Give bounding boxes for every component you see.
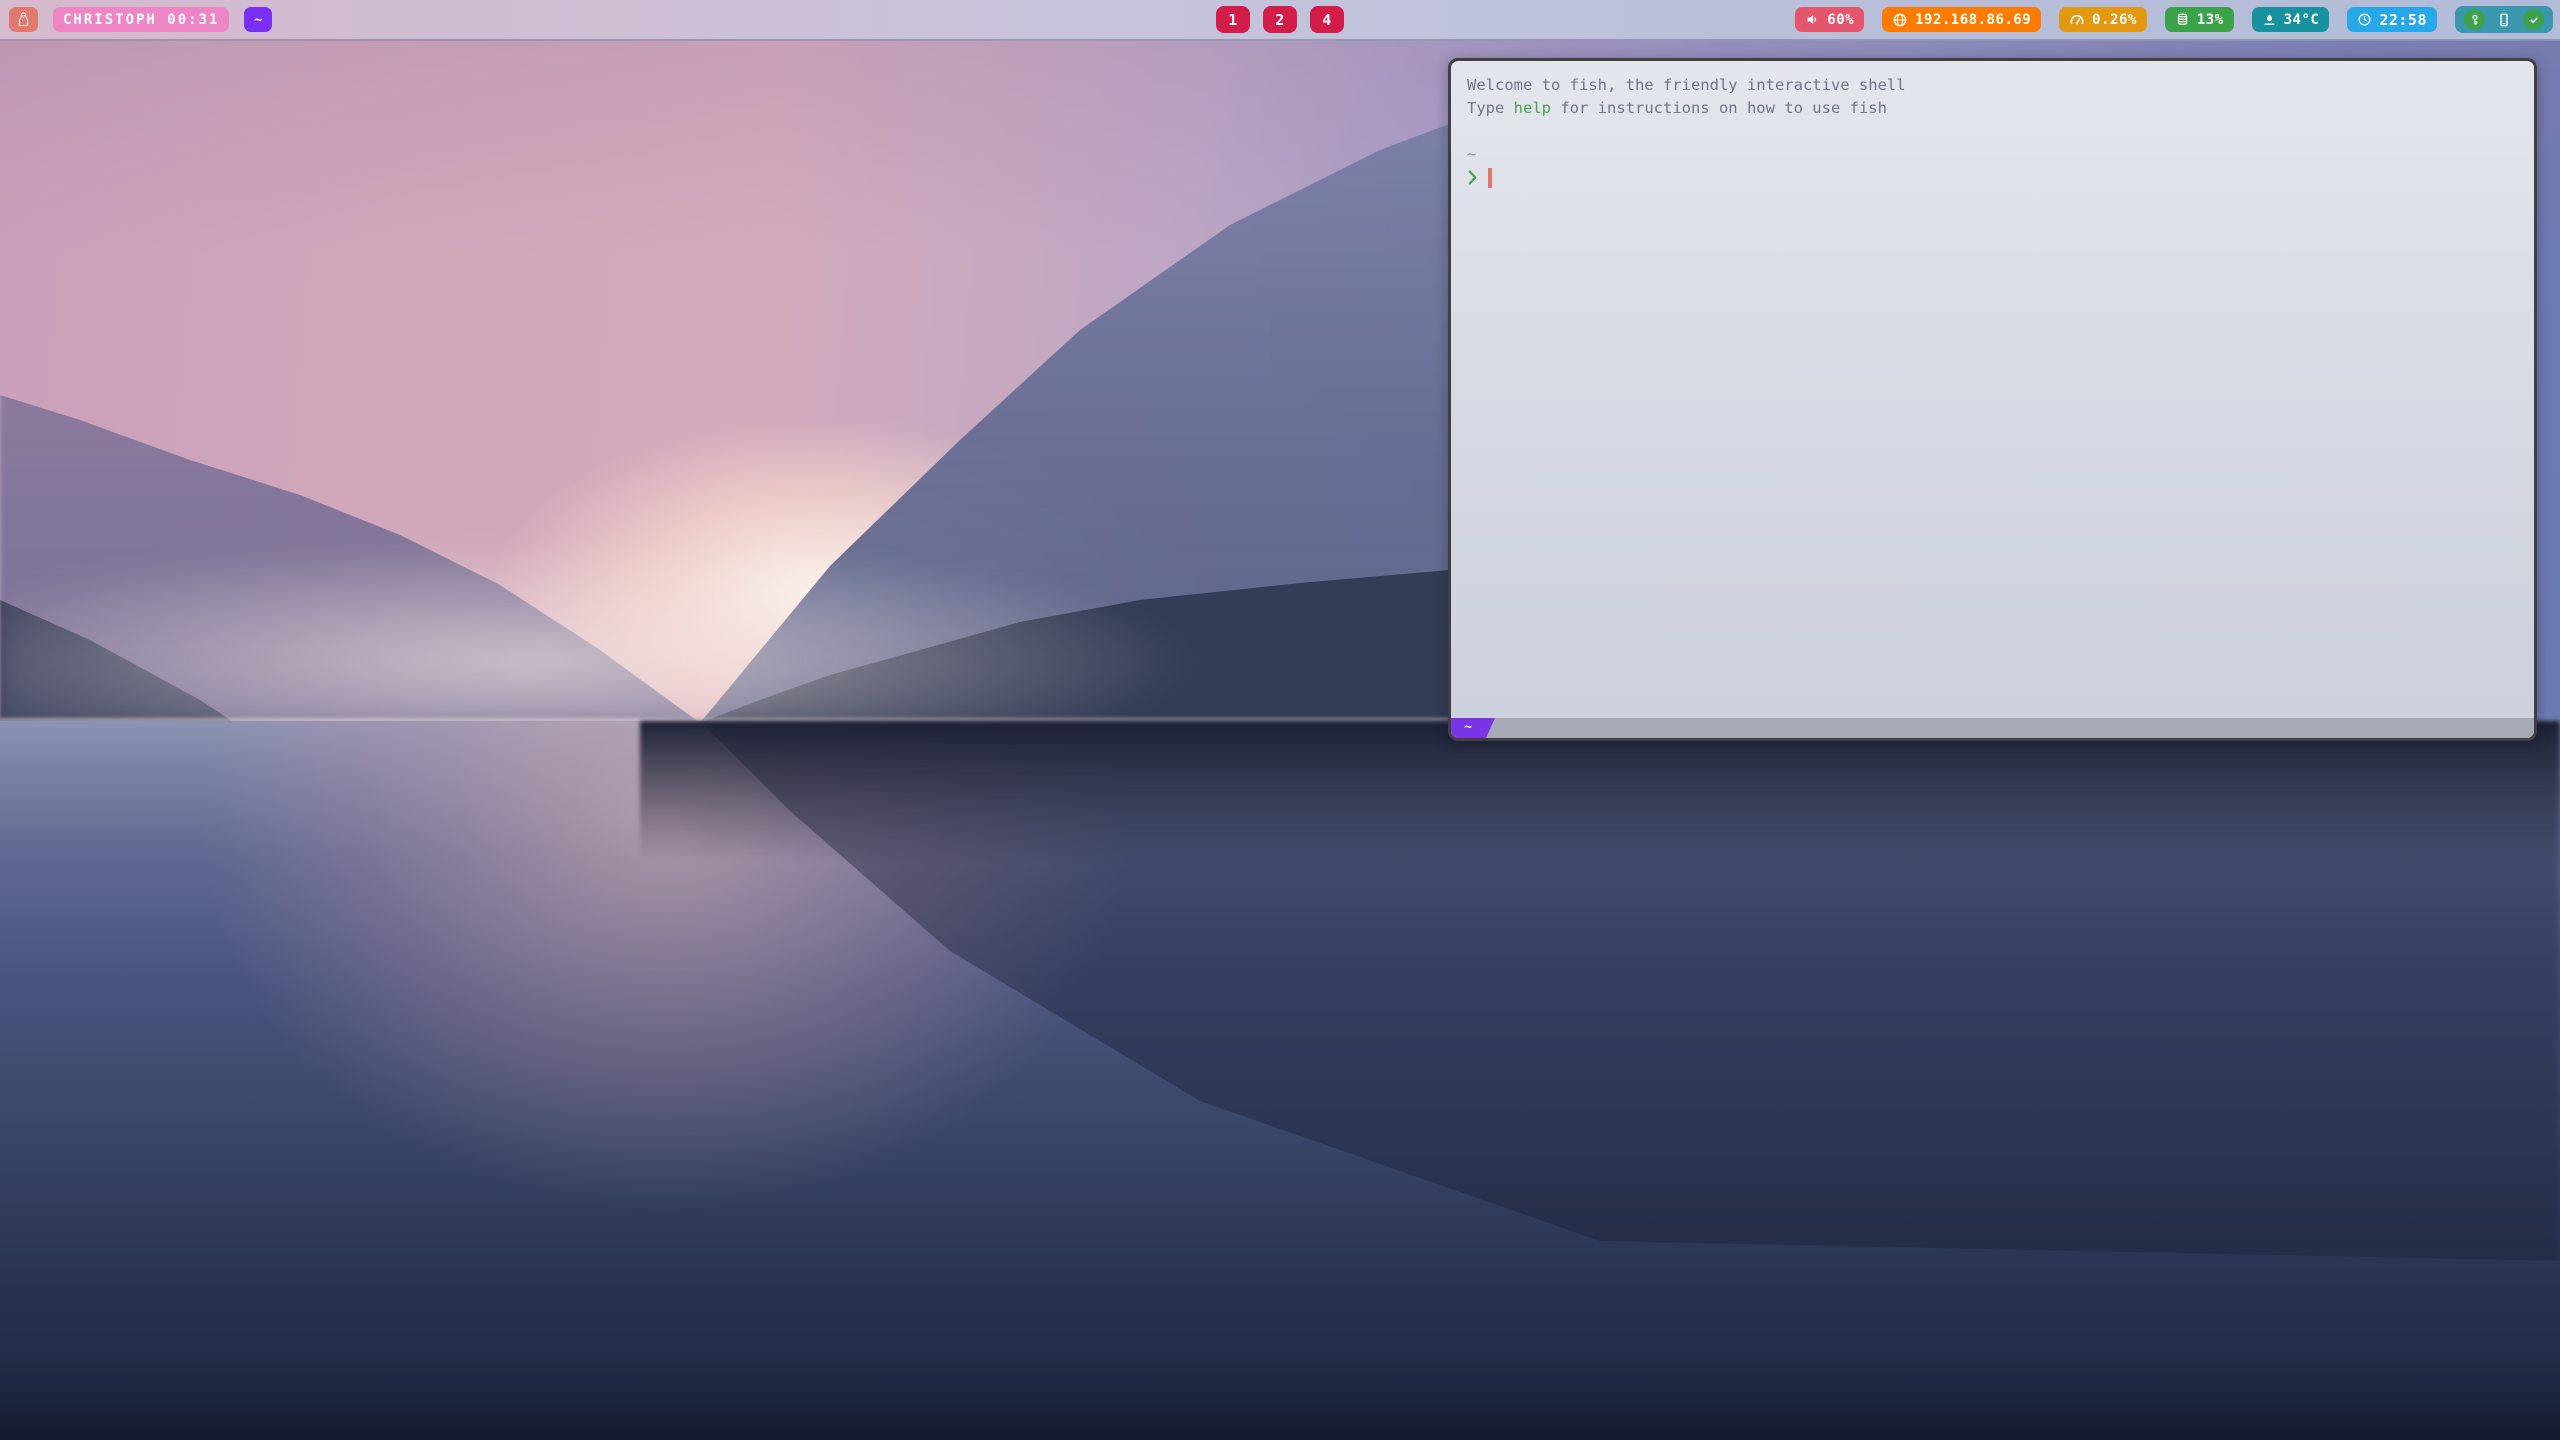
temperature-module[interactable]: 34°C <box>2252 7 2330 32</box>
terminal-status-bar: ~ <box>1451 718 2534 738</box>
wallpaper-tree-reflection <box>640 721 2560 861</box>
tux-icon <box>15 11 32 28</box>
thermometer-icon <box>2262 12 2277 27</box>
terminal-output[interactable]: Welcome to fish, the friendly interactiv… <box>1451 61 2534 718</box>
volume-value: 60% <box>1827 12 1854 28</box>
wallpaper-mist <box>0 500 1500 730</box>
cpu-value: 0.26% <box>2092 12 2137 28</box>
key-icon[interactable] <box>2464 9 2485 30</box>
system-tray <box>2455 6 2553 33</box>
launcher-button[interactable] <box>9 7 38 32</box>
terminal-cursor <box>1488 168 1492 188</box>
workspace-label: 2 <box>1275 11 1285 29</box>
terminal-window[interactable]: Welcome to fish, the friendly interactiv… <box>1448 58 2537 741</box>
memory-icon <box>2175 12 2190 27</box>
network-module[interactable]: 192.168.86.69 <box>1882 7 2041 32</box>
workspace-button-4[interactable]: 4 <box>1310 6 1344 33</box>
user-clock-label: CHRISTOPH 00:31 <box>63 12 219 28</box>
terminal-cwd-line: ~ <box>1467 143 2518 166</box>
user-clock-badge[interactable]: CHRISTOPH 00:31 <box>53 7 229 32</box>
speaker-icon <box>1805 12 1820 27</box>
workspace-button-1[interactable]: 1 <box>1216 6 1250 33</box>
directory-label: ~ <box>254 12 263 28</box>
phone-icon[interactable] <box>2496 12 2512 28</box>
terminal-welcome-line: Welcome to fish, the friendly interactiv… <box>1467 74 2518 97</box>
memory-module[interactable]: 13% <box>2165 7 2234 32</box>
memory-value: 13% <box>2197 12 2224 28</box>
globe-icon <box>1892 12 1908 28</box>
help-keyword: help <box>1514 99 1551 117</box>
bar-right-group: 60% 192.168.86.69 <box>1795 0 2553 39</box>
clock-icon <box>2357 12 2372 27</box>
check-icon[interactable] <box>2523 9 2544 30</box>
gauge-icon <box>2069 12 2085 28</box>
temperature-value: 34°C <box>2284 12 2320 28</box>
terminal-blank-line <box>1467 120 2518 143</box>
desktop: CHRISTOPH 00:31 ~ 1 2 4 <box>0 0 2560 1440</box>
workspace-label: 1 <box>1228 11 1238 29</box>
prompt-chevron-icon <box>1467 169 1478 186</box>
bar-left-group: CHRISTOPH 00:31 ~ <box>9 0 272 39</box>
terminal-status-tag: ~ <box>1451 718 1495 738</box>
clock-module[interactable]: 22:58 <box>2347 7 2437 32</box>
volume-module[interactable]: 60% <box>1795 7 1864 32</box>
terminal-help-line: Type help for instructions on how to use… <box>1467 97 2518 120</box>
cpu-module[interactable]: 0.26% <box>2059 7 2147 32</box>
network-value: 192.168.86.69 <box>1915 12 2031 28</box>
terminal-prompt-line[interactable] <box>1467 166 2518 189</box>
clock-value: 22:58 <box>2379 11 2427 29</box>
top-bar: CHRISTOPH 00:31 ~ 1 2 4 <box>0 0 2560 41</box>
workspace-button-2[interactable]: 2 <box>1263 6 1297 33</box>
workspace-switcher: 1 2 4 <box>1216 0 1344 39</box>
workspace-label: 4 <box>1322 11 1332 29</box>
directory-badge[interactable]: ~ <box>244 7 272 32</box>
